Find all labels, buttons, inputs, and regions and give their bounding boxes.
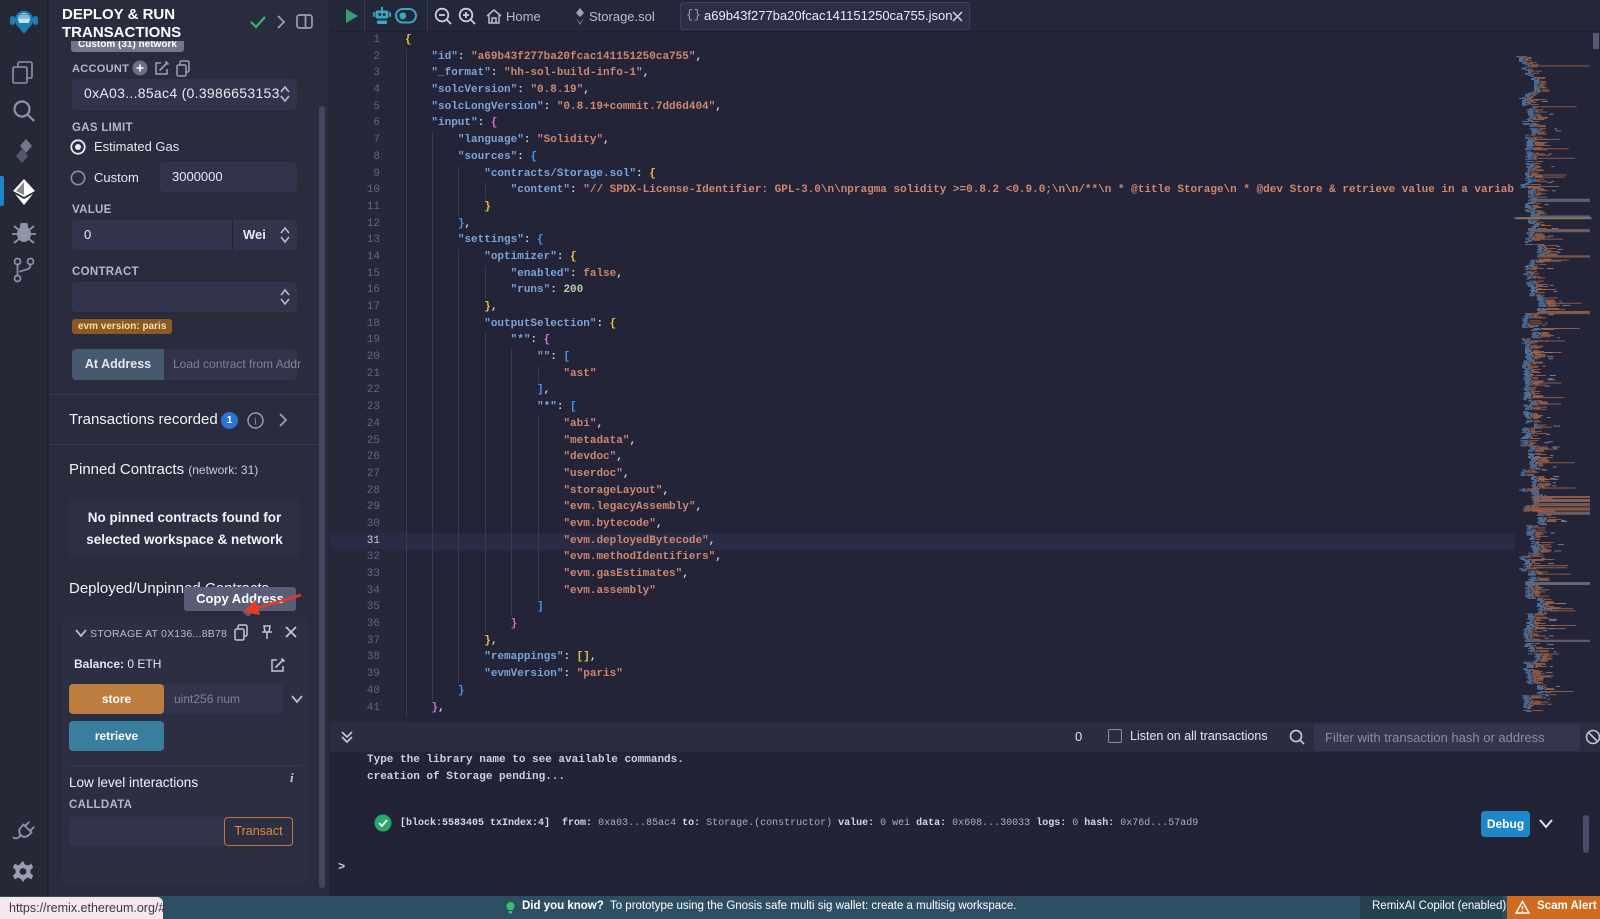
svg-text:i: i	[254, 417, 257, 428]
